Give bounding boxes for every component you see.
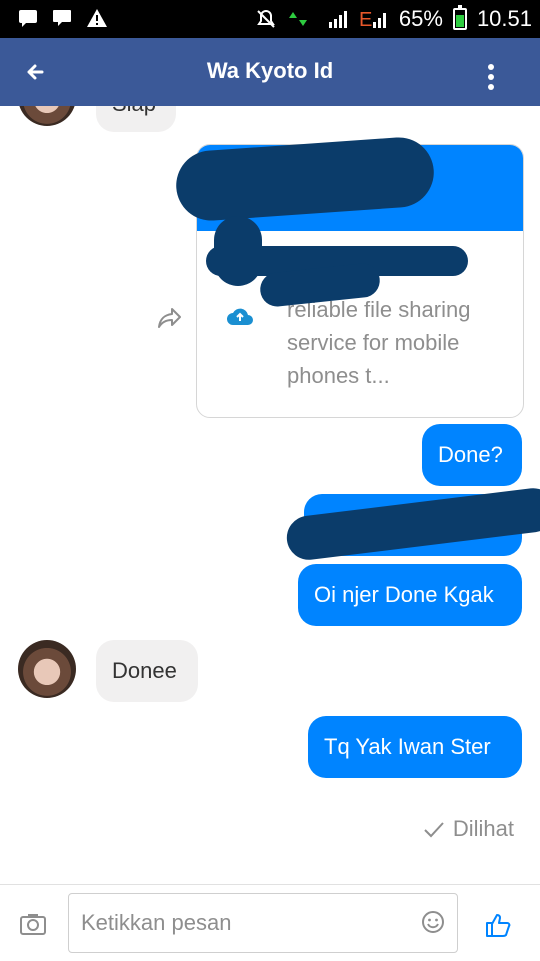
status-left-icons [18, 8, 107, 28]
message-text: Done? [438, 442, 503, 467]
message-list[interactable]: Siap reliable file sharing service for m… [0, 106, 540, 884]
chat-notification-icon [52, 8, 72, 28]
message-bubble-incoming[interactable]: Siap [96, 106, 176, 132]
data-transfer-icon [288, 12, 307, 26]
messenger-notification-icon [18, 8, 38, 28]
status-bar: E 65% 10.51 [0, 0, 540, 38]
cloud-upload-icon [225, 305, 255, 327]
warning-icon [86, 8, 107, 28]
message-text: Tq Yak Iwan Ster [324, 734, 491, 759]
battery-percent: 65% [398, 6, 443, 31]
status-right-icons: E 65% 10.51 [255, 5, 532, 32]
message-text: Oi njer Done Kgak [314, 582, 494, 607]
battery-icon [452, 5, 467, 30]
card-description: reliable file sharing service for mobile… [287, 297, 471, 388]
seen-label: Dilihat [452, 816, 514, 841]
signal-h-icon [328, 11, 347, 28]
conversation-title[interactable]: Wa Kyoto Id [0, 58, 540, 84]
more-vert-icon[interactable] [488, 64, 494, 94]
like-icon[interactable] [484, 911, 512, 939]
mute-icon [257, 10, 275, 28]
message-bubble-outgoing[interactable]: Oi njer Done Kgak [298, 564, 522, 626]
message-text: Siap [112, 106, 156, 117]
seen-indicator: Dilihat [423, 816, 514, 842]
check-icon [424, 822, 444, 838]
message-bubble-outgoing[interactable]: Done? [422, 424, 522, 486]
camera-icon[interactable] [20, 913, 46, 935]
conversation-header: Wa Kyoto Id [0, 38, 540, 106]
message-bubble-outgoing[interactable]: Tq Yak Iwan Ster [308, 716, 522, 778]
emoji-icon[interactable] [421, 910, 445, 934]
avatar[interactable] [18, 106, 76, 126]
share-icon[interactable] [156, 304, 184, 332]
message-input-placeholder: Ketikkan pesan [81, 910, 232, 935]
avatar[interactable] [18, 640, 76, 698]
message-input[interactable]: Ketikkan pesan [68, 893, 458, 953]
signal-e-icon: E [359, 9, 386, 30]
message-composer: Ketikkan pesan [0, 884, 540, 961]
message-bubble-incoming[interactable]: Donee [96, 640, 198, 702]
clock: 10.51 [476, 6, 532, 31]
message-text: Donee [112, 658, 177, 683]
svg-text:E: E [359, 9, 372, 30]
